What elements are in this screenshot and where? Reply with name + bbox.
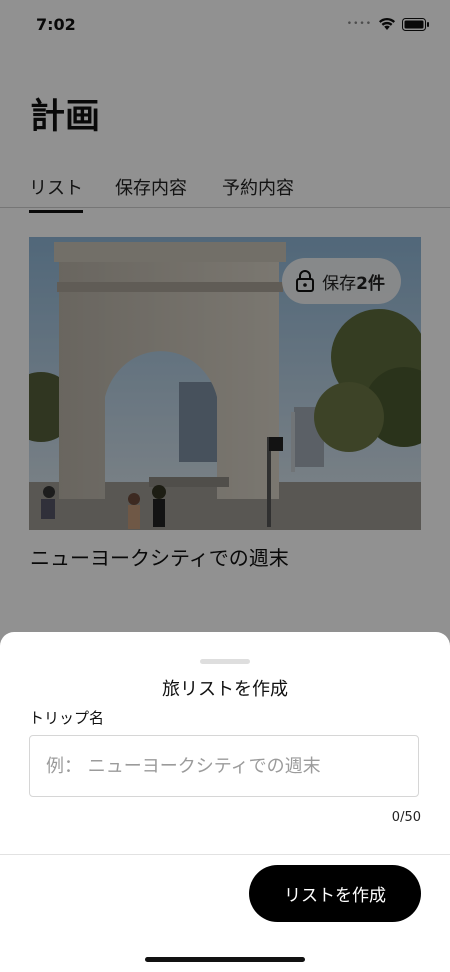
sheet-grabber[interactable] bbox=[200, 659, 250, 664]
trip-name-input[interactable] bbox=[29, 735, 419, 797]
home-indicator bbox=[145, 957, 305, 962]
screen: 7:02 •••• 計画 リスト 保存内容 予約内容 保存2件 ニューヨークシテ… bbox=[0, 0, 450, 972]
sheet-divider bbox=[0, 854, 450, 855]
create-list-sheet: 旅リストを作成 トリップ名 0/50 リストを作成 bbox=[0, 632, 450, 972]
sheet-title: 旅リストを作成 bbox=[162, 679, 288, 700]
char-counter: 0/50 bbox=[391, 810, 421, 825]
create-list-button[interactable]: リストを作成 bbox=[249, 865, 421, 922]
trip-name-label: トリップ名 bbox=[29, 709, 105, 727]
